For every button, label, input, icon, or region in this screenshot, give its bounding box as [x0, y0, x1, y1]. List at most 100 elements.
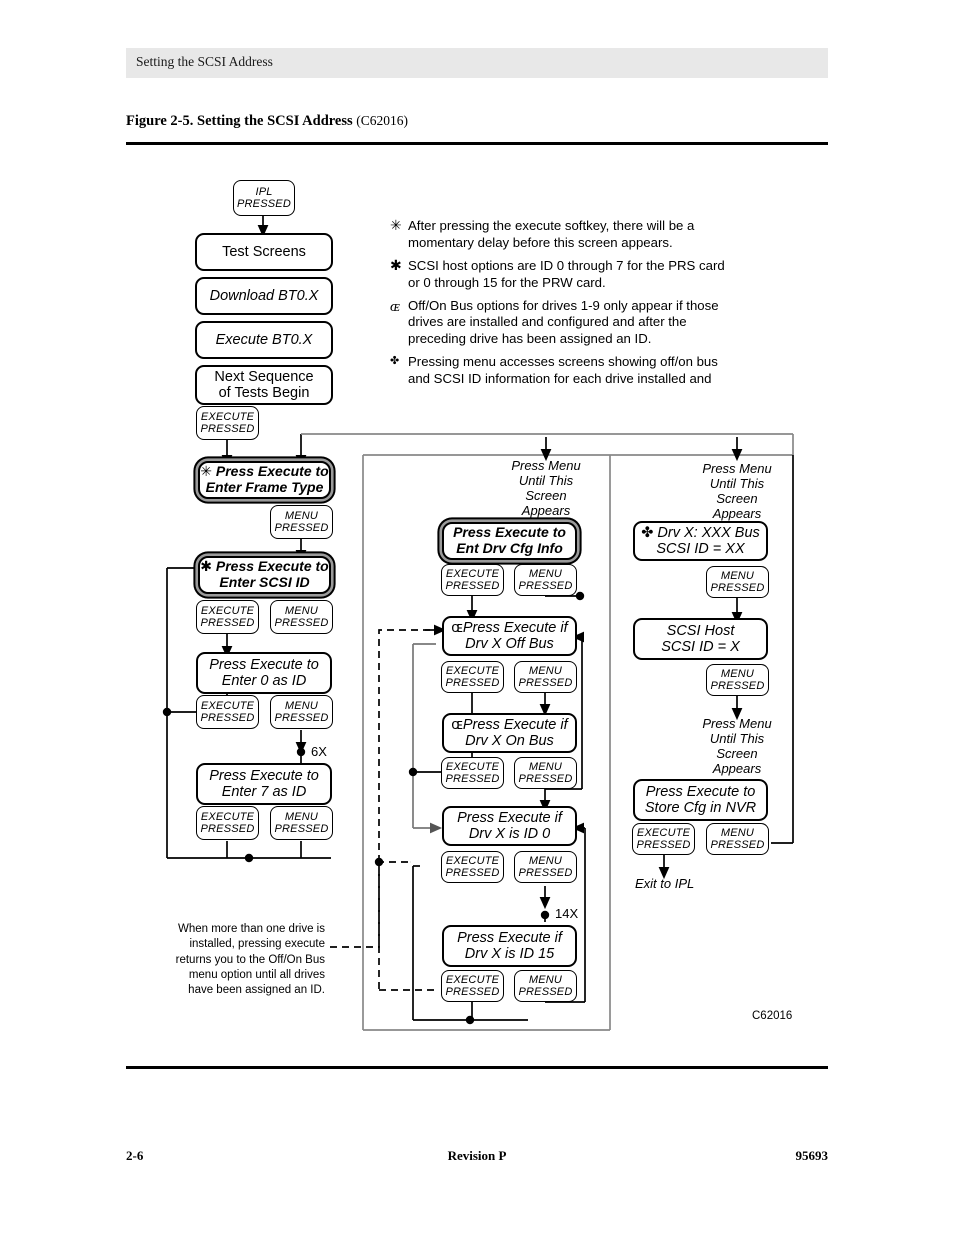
box-execute-bt0x[interactable]: Execute BT0.X — [195, 321, 333, 359]
box-execute-pressed-left-2[interactable]: EXECUTE PRESSED — [196, 600, 259, 634]
box-menu-pressed-right-3[interactable]: MENU PRESSED — [706, 823, 769, 855]
test-screens-text: Test Screens — [222, 243, 306, 260]
execute-bt-text: Execute BT0.X — [215, 331, 313, 348]
box-drv-x-xxx-bus[interactable]: ✤ Drv X: XXX Bus SCSI ID = XX — [633, 521, 768, 561]
hand-marker-icon-2: ɶ — [451, 716, 463, 733]
ep-m3-line2: PRESSED — [445, 773, 500, 785]
drv-bus-text: ✤ Drv X: XXX Bus SCSI ID = XX — [635, 525, 766, 557]
multi-drive-note: When more than one drive is installed, p… — [175, 923, 325, 997]
box-execute-pressed-mid-2[interactable]: EXECUTE PRESSED — [441, 661, 504, 693]
ep-m4-line2: PRESSED — [445, 867, 500, 879]
figure-diagram: IPL PRESSED Test Screens Download BT0.X … — [0, 0, 954, 1060]
box-download-bt0x[interactable]: Download BT0.X — [195, 277, 333, 315]
legend-item-3: ɶ Off/On Bus options for drives 1-9 only… — [390, 298, 740, 349]
execute-pressed-left-2-text: EXECUTE PRESSED — [197, 605, 258, 630]
box-menu-pressed-mid-5[interactable]: MENU PRESSED — [514, 970, 577, 1002]
store-cfg-line1: Press Execute to — [645, 783, 756, 800]
four-point-star-marker-icon: ✤ — [641, 524, 654, 541]
repeat-multiplier-14x: 14X — [555, 906, 579, 921]
box-menu-pressed-left-4[interactable]: MENU PRESSED — [270, 806, 333, 840]
legend-symbol-asterisk-icon: ✳ — [390, 218, 402, 234]
box-menu-pressed-left-2[interactable]: MENU PRESSED — [270, 600, 333, 634]
box-execute-pressed-left-4[interactable]: EXECUTE PRESSED — [196, 806, 259, 840]
box-menu-pressed-left-3[interactable]: MENU PRESSED — [270, 695, 333, 729]
drv-bus-line2: SCSI ID = XX — [656, 541, 745, 557]
drv-bus-line1: Drv X: XXX Bus — [657, 524, 760, 541]
id-0-line2: Drv X is ID 0 — [468, 826, 551, 842]
on-bus-line1: Press Execute if — [462, 716, 568, 733]
legend-symbol-hand-icon: ɶ — [390, 298, 401, 315]
box-execute-pressed-left-3[interactable]: EXECUTE PRESSED — [196, 695, 259, 729]
ep-m5-line1: EXECUTE — [445, 973, 500, 986]
ep-l3-line1: EXECUTE — [200, 699, 255, 712]
scsi-host-text: SCSI Host SCSI ID = X — [635, 623, 766, 655]
execute-pressed-mid-3-text: EXECUTE PRESSED — [442, 761, 503, 786]
box-menu-pressed-mid-3[interactable]: MENU PRESSED — [514, 757, 577, 789]
frame-type-line1: Press Execute to — [215, 463, 329, 480]
box-menu-pressed-right-1[interactable]: MENU PRESSED — [706, 566, 769, 598]
box-drv-x-is-id-0[interactable]: Press Execute if Drv X is ID 0 — [442, 806, 577, 846]
menu-pressed-left-1-text: MENU PRESSED — [271, 510, 332, 535]
scsi-id-line1: Press Execute to — [215, 558, 329, 575]
press-menu-label-right-1: Press Menu Until This Screen Appears — [702, 461, 772, 522]
box-execute-pressed-right-1[interactable]: EXECUTE PRESSED — [632, 823, 695, 855]
box-menu-pressed-mid-2[interactable]: MENU PRESSED — [514, 661, 577, 693]
execute-pressed-mid-5-text: EXECUTE PRESSED — [442, 974, 503, 999]
box-enter-0-as-id[interactable]: Press Execute to Enter 0 as ID — [196, 652, 332, 694]
box-ipl-pressed[interactable]: IPL PRESSED — [233, 180, 295, 216]
box-ent-drv-cfg-info[interactable]: Press Execute to Ent Drv Cfg Info — [442, 522, 577, 560]
menu-pressed-right-1-text: MENU PRESSED — [707, 570, 768, 595]
enter-0-line2: Enter 0 as ID — [221, 673, 307, 689]
legend-symbol-four-point-star-icon: ✤ — [390, 354, 400, 368]
scsi-id-text: ✱ Press Execute to Enter SCSI ID — [200, 558, 329, 590]
ep-r1-line1: EXECUTE — [636, 826, 691, 839]
off-bus-line1: Press Execute if — [462, 619, 568, 636]
ep-m1-line1: EXECUTE — [445, 567, 500, 580]
menu-pressed-left-3-text: MENU PRESSED — [271, 700, 332, 725]
mp-r1-line2: PRESSED — [710, 582, 765, 594]
box-menu-pressed-left-1[interactable]: MENU PRESSED — [270, 505, 333, 539]
store-cfg-text: Press Execute to Store Cfg in NVR — [635, 784, 766, 816]
box-test-screens[interactable]: Test Screens — [195, 233, 333, 271]
press-menu-label-middle: Press Menu Until This Screen Appears — [511, 458, 581, 519]
ipl-line1: IPL — [255, 185, 273, 198]
mp-m3-line1: MENU — [528, 760, 563, 773]
box-execute-pressed-mid-3[interactable]: EXECUTE PRESSED — [441, 757, 504, 789]
box-menu-pressed-mid-4[interactable]: MENU PRESSED — [514, 851, 577, 883]
box-menu-pressed-right-2[interactable]: MENU PRESSED — [706, 664, 769, 696]
bold-asterisk-marker-icon: ✱ — [200, 558, 212, 575]
id-0-text: Press Execute if Drv X is ID 0 — [444, 810, 575, 842]
ipl-line2: PRESSED — [237, 198, 291, 210]
ep-m3-line1: EXECUTE — [445, 760, 500, 773]
execute-pressed-left-3-text: EXECUTE PRESSED — [197, 700, 258, 725]
box-menu-pressed-mid-1[interactable]: MENU PRESSED — [514, 564, 577, 596]
box-store-cfg-nvr[interactable]: Press Execute to Store Cfg in NVR — [633, 779, 768, 821]
box-scsi-host[interactable]: SCSI Host SCSI ID = X — [633, 618, 768, 660]
execute-pressed-left-1-text: EXECUTE PRESSED — [197, 411, 258, 436]
execute-pressed-mid-1-text: EXECUTE PRESSED — [442, 568, 503, 593]
box-enter-7-as-id[interactable]: Press Execute to Enter 7 as ID — [196, 763, 332, 805]
mp-m4-line2: PRESSED — [518, 867, 573, 879]
box-next-sequence[interactable]: Next Sequence of Tests Begin — [195, 365, 333, 405]
next-sequence-line2: of Tests Begin — [218, 385, 310, 401]
enter-0-text: Press Execute to Enter 0 as ID — [198, 657, 330, 689]
box-execute-pressed-left-1[interactable]: EXECUTE PRESSED — [196, 406, 259, 440]
box-execute-pressed-mid-1[interactable]: EXECUTE PRESSED — [441, 564, 504, 596]
box-enter-frame-type[interactable]: ✳ Press Execute to Enter Frame Type — [198, 461, 331, 499]
scsi-host-line1: SCSI Host — [666, 622, 735, 639]
box-enter-scsi-id[interactable]: ✱ Press Execute to Enter SCSI ID — [198, 556, 331, 594]
box-drv-x-on-bus[interactable]: ɶPress Execute if Drv X On Bus — [442, 713, 577, 753]
box-drv-x-is-id-15[interactable]: Press Execute if Drv X is ID 15 — [442, 925, 577, 967]
ep-l1-line1: EXECUTE — [200, 410, 255, 423]
mp-l2-line2: PRESSED — [274, 617, 329, 629]
menu-pressed-mid-2-text: MENU PRESSED — [515, 665, 576, 690]
mp-m3-line2: PRESSED — [518, 773, 573, 785]
exit-to-ipl-label: Exit to IPL — [635, 876, 695, 891]
box-execute-pressed-mid-5[interactable]: EXECUTE PRESSED — [441, 970, 504, 1002]
ep-m1-line2: PRESSED — [445, 580, 500, 592]
box-drv-x-off-bus[interactable]: ɶPress Execute if Drv X Off Bus — [442, 616, 577, 656]
box-execute-pressed-mid-4[interactable]: EXECUTE PRESSED — [441, 851, 504, 883]
legend-item-4: ✤ Pressing menu accesses screens showing… — [390, 354, 740, 388]
enter-7-text: Press Execute to Enter 7 as ID — [198, 768, 330, 800]
download-text: Download BT0.X — [209, 287, 319, 304]
